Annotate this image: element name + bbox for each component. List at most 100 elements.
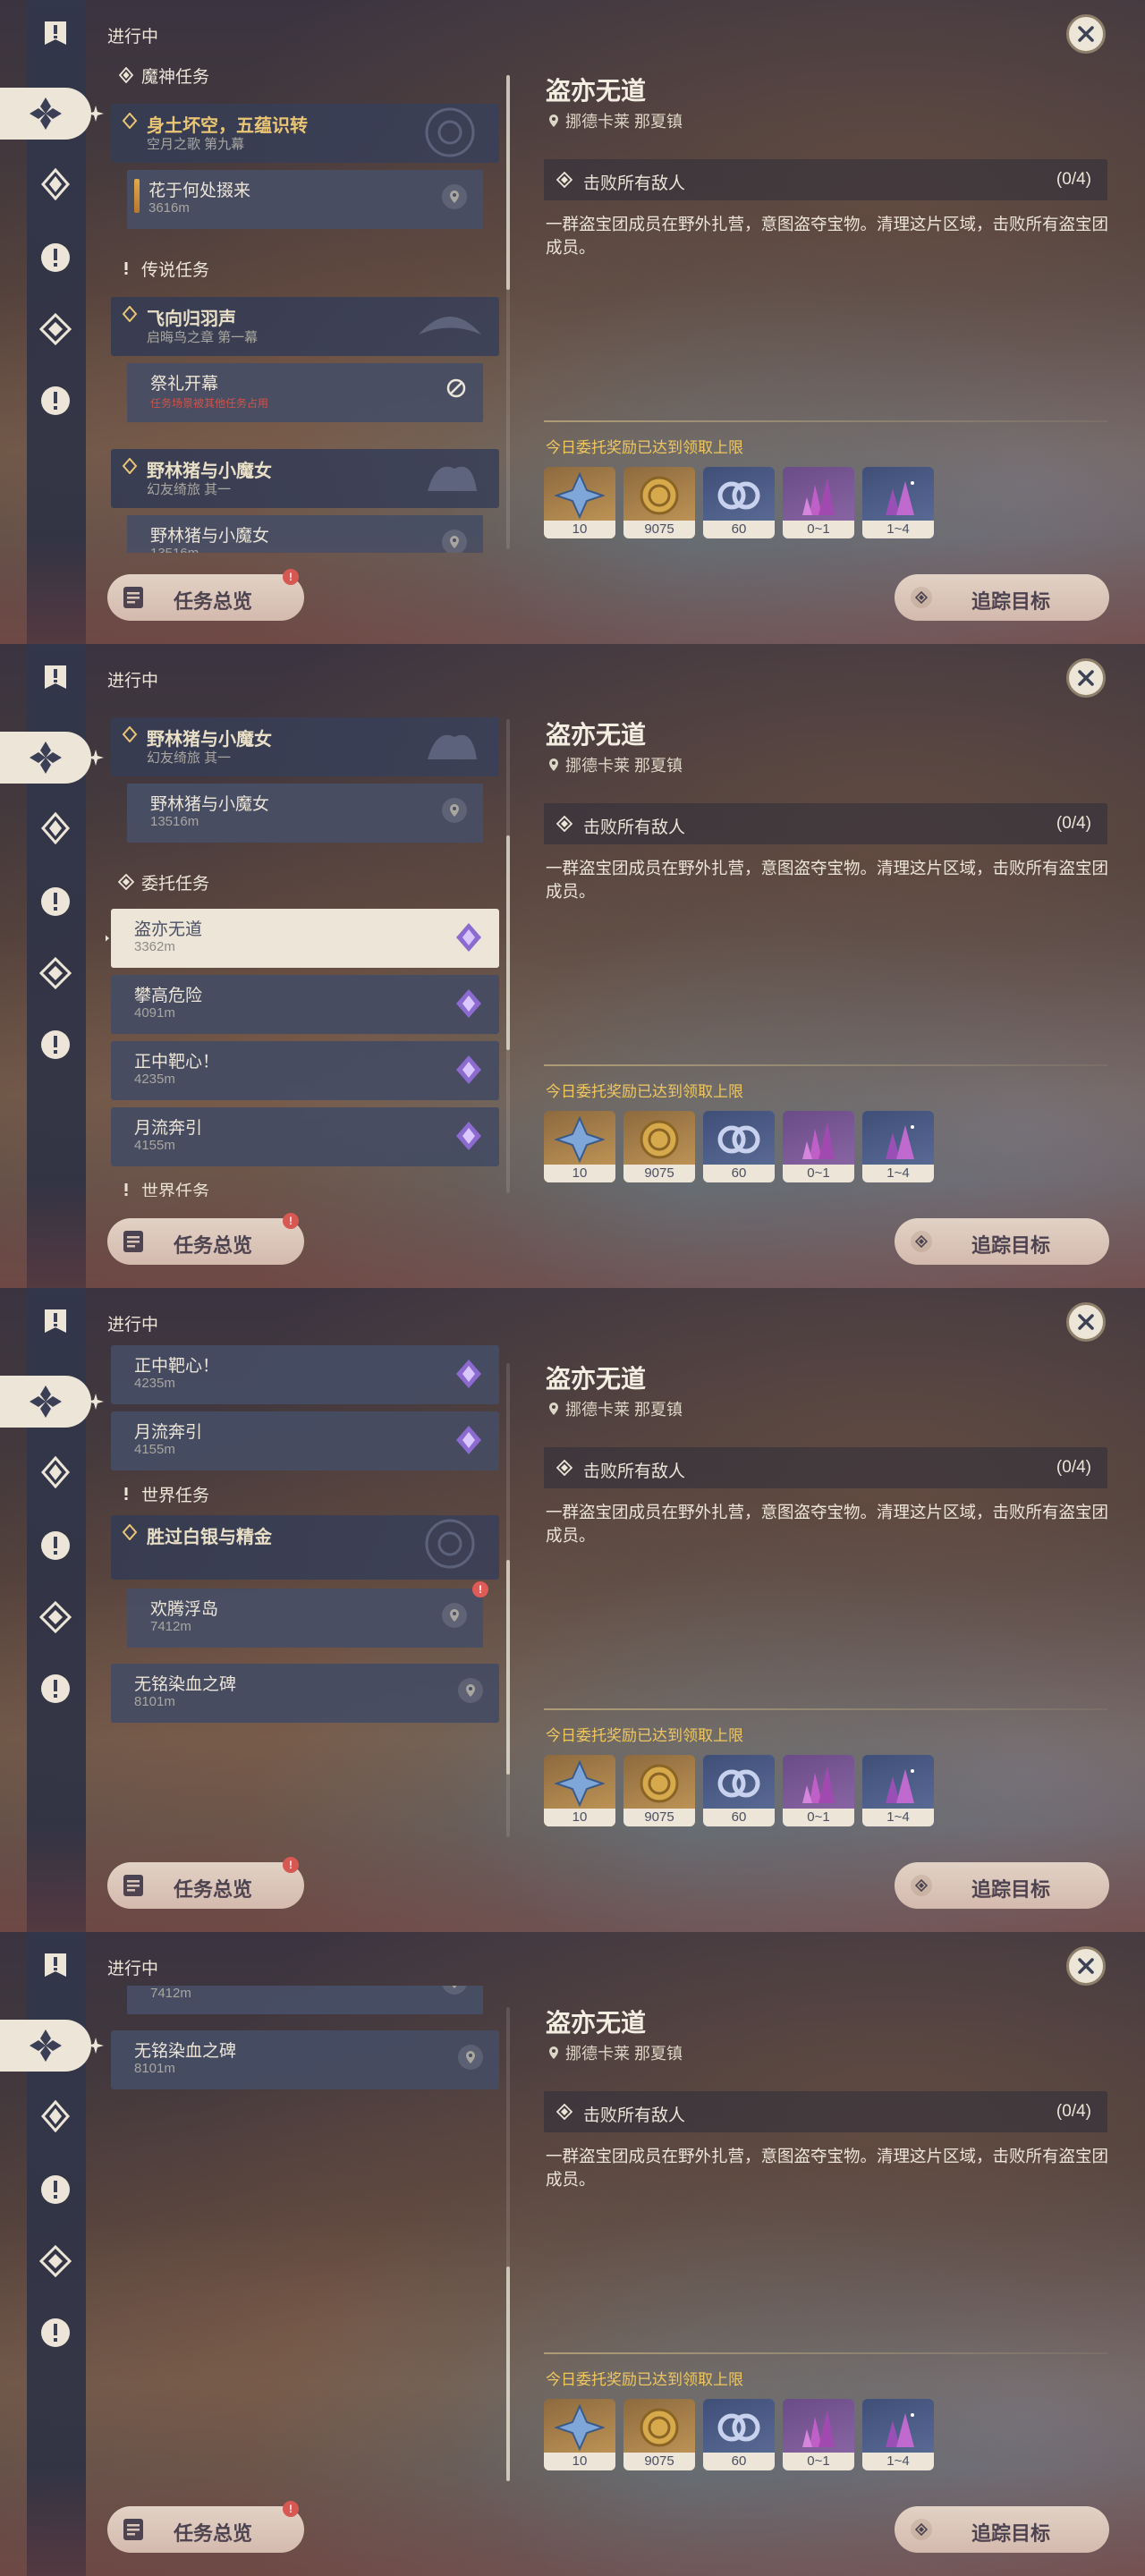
map-pin-icon[interactable] [458, 1678, 483, 1703]
category-world-tab[interactable] [32, 2309, 79, 2356]
track-target-button[interactable]: 追踪目标 [895, 1862, 1109, 1909]
alert-icon: ! [472, 1581, 488, 1597]
quest-step-card[interactable]: 野林猪与小魔女 13516m [127, 515, 483, 553]
quest-step-card[interactable]: 野林猪与小魔女 13516m [127, 784, 483, 843]
close-button[interactable] [1066, 658, 1106, 698]
reward-item[interactable]: 10 [544, 1755, 615, 1826]
quest-book-icon[interactable] [32, 11, 79, 57]
map-pin-icon[interactable] [442, 184, 467, 209]
quest-list[interactable]: 魔神任务 身土坏空，五蕴识转 空月之歌 第九幕 花于何处掇来 3616m 传说任… [106, 54, 505, 553]
quest-list-scrollbar[interactable] [506, 2007, 510, 2481]
category-legend-tab[interactable] [32, 1522, 79, 1569]
quest-legend-main[interactable]: 野林猪与小魔女 幻友绮旅 其一 [111, 717, 499, 776]
reward-item[interactable]: 1~4 [862, 1755, 934, 1826]
map-pin-icon[interactable] [442, 1603, 467, 1628]
quest-step-card[interactable]: 欢腾浮岛 7412m ! [127, 1581, 488, 1648]
reward-item[interactable]: 1~4 [862, 1111, 934, 1182]
quest-book-icon[interactable] [32, 1299, 79, 1345]
quest-world-main[interactable]: 无铭染血之碑 8101m [111, 1664, 499, 1723]
reward-item[interactable]: 9075 [623, 1111, 695, 1182]
category-archon-tab[interactable] [32, 161, 79, 208]
category-all-quests-tab[interactable] [0, 88, 91, 140]
map-pin-icon[interactable] [442, 798, 467, 823]
quest-list-scrollbar[interactable] [506, 1363, 510, 1837]
category-archon-tab[interactable] [32, 805, 79, 852]
commission-selected[interactable]: 盗亦无道 3362m [106, 909, 499, 968]
reward-item[interactable]: 60 [703, 1111, 775, 1182]
reward-item[interactable]: 0~1 [783, 1755, 854, 1826]
track-target-button[interactable]: 追踪目标 [895, 574, 1109, 621]
category-world-tab[interactable] [32, 1021, 79, 1068]
map-pin-icon[interactable] [442, 530, 467, 553]
reward-item[interactable]: 0~1 [783, 2399, 854, 2470]
reward-item[interactable]: 9075 [623, 2399, 695, 2470]
commission-card[interactable]: 攀高危险 4091m [111, 975, 499, 1034]
category-all-quests-tab[interactable] [0, 2020, 91, 2072]
reward-item[interactable]: 1~4 [862, 2399, 934, 2470]
close-button[interactable] [1066, 1946, 1106, 1986]
scrollbar-thumb[interactable] [506, 75, 510, 290]
quest-list[interactable]: 魔神任务 身土坏空，五蕴识转 空月之歌 第九幕 花于何处掇来 3616m 传说任… [106, 1342, 505, 1841]
track-target-button[interactable]: 追踪目标 [895, 1218, 1109, 1265]
category-legend-tab[interactable] [32, 878, 79, 925]
quest-book-icon[interactable] [32, 655, 79, 701]
quest-list-scrollbar[interactable] [506, 75, 510, 549]
reward-item[interactable]: 10 [544, 2399, 615, 2470]
category-archon-tab[interactable] [32, 2093, 79, 2140]
commission-card[interactable]: 正中靶心！ 4235m [111, 1345, 499, 1404]
scrollbar-thumb[interactable] [506, 2267, 510, 2481]
quest-legend-main[interactable]: 飞向归羽声 启晦鸟之章 第一幕 [111, 297, 499, 356]
map-pin-icon[interactable] [458, 2045, 483, 2070]
quest-step-card[interactable]: 祭礼开幕 任务场景被其他任务占用 [127, 363, 483, 422]
category-commission-tab[interactable] [32, 306, 79, 352]
quest-list[interactable]: 魔神任务 身土坏空，五蕴识转 空月之歌 第九幕 花于何处掇来 3616m 传说任… [106, 1986, 505, 2485]
category-all-quests-tab[interactable] [0, 732, 91, 784]
reward-item[interactable]: 60 [703, 467, 775, 538]
category-commission-tab[interactable] [32, 950, 79, 996]
quest-archon-main[interactable]: 身土坏空，五蕴识转 空月之歌 第九幕 [111, 104, 499, 163]
quest-overview-button[interactable]: 任务总览 ! [107, 569, 304, 621]
quest-list-scrollbar[interactable] [506, 719, 510, 1193]
category-commission-tab[interactable] [32, 2238, 79, 2284]
category-legend-tab[interactable] [32, 234, 79, 281]
category-archon-tab[interactable] [32, 1449, 79, 1496]
reward-item[interactable]: 1~4 [862, 467, 934, 538]
quest-world-main[interactable]: 无铭染血之碑 8101m [111, 2030, 499, 2089]
quest-list[interactable]: 魔神任务 身土坏空，五蕴识转 空月之歌 第九幕 花于何处掇来 3616m 传说任… [106, 698, 505, 1197]
close-button[interactable] [1066, 1302, 1106, 1342]
quest-step-card[interactable]: 欢腾浮岛 7412m ! [127, 1986, 483, 2014]
reward-item[interactable]: 10 [544, 1111, 615, 1182]
quest-overview-button[interactable]: 任务总览 ! [107, 1857, 304, 1909]
reward-item[interactable]: 60 [703, 1755, 775, 1826]
commission-card[interactable]: 正中靶心！ 4235m [111, 1041, 499, 1100]
scrollbar-thumb[interactable] [506, 835, 510, 1050]
category-world-tab[interactable] [32, 1665, 79, 1712]
reward-item[interactable]: 10 [544, 467, 615, 538]
category-commission-tab[interactable] [32, 1594, 79, 1640]
commission-distance: 4235m [134, 1072, 175, 1087]
quest-world-main[interactable]: 胜过白银与精金 [111, 1515, 499, 1580]
reward-item[interactable]: 60 [703, 2399, 775, 2470]
track-target-button[interactable]: 追踪目标 [895, 2506, 1109, 2553]
close-button[interactable] [1066, 14, 1106, 54]
commission-title: 攀高危险 [134, 987, 203, 1005]
quest-step-card[interactable]: 花于何处掇来 3616m [127, 170, 483, 229]
reward-item[interactable]: 0~1 [783, 467, 854, 538]
reward-item[interactable]: 0~1 [783, 1111, 854, 1182]
quest-overview-button[interactable]: 任务总览 ! [107, 1213, 304, 1265]
commission-card[interactable]: 月流奔引 4155m [111, 1107, 499, 1166]
reward-item[interactable]: 9075 [623, 467, 695, 538]
category-legend-tab[interactable] [32, 2166, 79, 2213]
scrollbar-thumb[interactable] [506, 1560, 510, 1775]
map-pin-icon[interactable] [442, 1986, 467, 1995]
quest-legend-main[interactable]: 野林猪与小魔女 幻友绮旅 其一 [111, 449, 499, 508]
quest-description: 一群盗宝团成员在野外扎营，意图盗夺宝物。清理这片区域，击败所有盗宝团成员。 [546, 1503, 1109, 1545]
category-all-quests-tab[interactable] [0, 1376, 91, 1428]
category-world-tab[interactable] [32, 377, 79, 424]
commission-card[interactable]: 月流奔引 4155m [111, 1411, 499, 1470]
quest-book-icon[interactable] [32, 1943, 79, 1989]
reward-item[interactable]: 9075 [623, 1755, 695, 1826]
quest-overview-button[interactable]: 任务总览 ! [107, 2501, 304, 2553]
reward-count: 9075 [623, 1165, 695, 1182]
quest-log-icon [123, 1875, 143, 1896]
